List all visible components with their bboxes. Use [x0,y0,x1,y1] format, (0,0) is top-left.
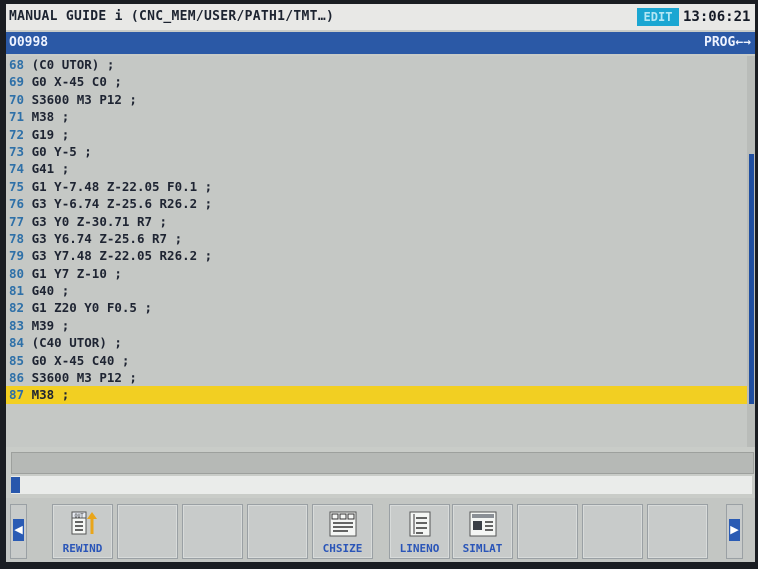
program-line[interactable]: 76 G3 Y-6.74 Z-25.6 R26.2 ; [6,195,747,212]
input-cursor [11,477,20,493]
program-line[interactable]: 78 G3 Y6.74 Z-25.6 R7 ; [6,230,747,247]
program-line[interactable]: 86 S3600 M3 P12 ; [6,369,747,386]
line-number: 78 [9,230,25,246]
program-line[interactable]: 72 G19 ; [6,126,747,143]
line-code: (C0 UTOR) ; [31,57,115,72]
program-number: O0998 [9,35,49,50]
program-bar: O0998 PROG←→ [6,32,755,54]
line-number: 87 [9,387,25,403]
softkey-empty-4[interactable] [517,504,578,559]
line-number: 76 [9,196,25,212]
line-code: S3600 M3 P12 ; [31,91,137,107]
program-line[interactable]: 79 G3 Y7.48 Z-22.05 R26.2 ; [6,247,747,264]
softkey-lineno[interactable]: LINENO [389,504,450,559]
line-number: 81 [9,283,25,299]
line-code: M39 ; [31,317,70,333]
softkey-empty-1[interactable] [117,504,178,559]
prog-tag: PROG←→ [704,35,751,50]
line-number: 84 [9,335,25,351]
line-number: 86 [9,370,25,386]
line-number: 73 [9,143,25,159]
program-line[interactable]: 83 M39 ; [6,317,747,334]
rewind-icon: OUT [71,511,97,535]
line-code: G3 Y0 Z-30.71 R7 ; [31,213,168,229]
line-number: 71 [9,109,25,125]
line-code: G1 Z20 Y0 F0.5 ; [31,300,153,316]
program-line[interactable]: 84 (C40 UTOR) ; [6,334,747,351]
svg-text:OUT: OUT [74,514,83,520]
line-code: G40 ; [31,283,70,299]
program-line[interactable]: 77 G3 Y0 Z-30.71 R7 ; [6,213,747,230]
program-line[interactable]: 70 S3600 M3 P12 ; [6,91,747,108]
softkey-empty-5[interactable] [582,504,643,559]
softkey-next[interactable]: ▶ [726,504,743,559]
softkey-rewind[interactable]: OUT REWIND [52,504,113,559]
title-bar: MANUAL GUIDE i (CNC_MEM/USER/PATH1/TMT…)… [6,4,755,30]
line-code: (C40 UTOR) ; [31,335,122,351]
program-line[interactable]: 80 G1 Y7 Z-10 ; [6,265,747,282]
softkey-bar: ◀ OUT REWIND CHSIZE LINENO SIMLAT ▶ [6,498,755,562]
program-line[interactable]: 68 (C0 UTOR) ; [6,56,747,73]
chevron-right-icon: ▶ [729,519,740,541]
line-number: 77 [9,213,25,229]
mode-indicator: EDIT [637,8,679,26]
line-number: 80 [9,265,25,281]
simulation-icon [469,511,496,537]
softkey-label: REWIND [62,542,103,555]
softkey-label: LINENO [399,542,440,555]
line-code: G0 X-45 C0 ; [31,74,122,90]
softkey-prev[interactable]: ◀ [10,504,27,559]
softkey-empty-2[interactable] [182,504,243,559]
line-code: G3 Y6.74 Z-25.6 R7 ; [31,230,183,246]
line-number: 69 [9,74,25,90]
char-size-icon [329,511,356,537]
cnc-screen: MANUAL GUIDE i (CNC_MEM/USER/PATH1/TMT…)… [6,4,755,562]
program-line[interactable]: 73 G0 Y-5 ; [6,143,747,160]
screen-title: MANUAL GUIDE i (CNC_MEM/USER/PATH1/TMT…) [9,9,335,24]
line-number: 74 [9,161,25,177]
scrollbar-thumb[interactable] [749,154,754,404]
line-number: 83 [9,317,25,333]
softkey-simlat[interactable]: SIMLAT [452,504,513,559]
line-code: M38 ; [31,387,70,403]
line-code: S3600 M3 P12 ; [31,370,137,386]
line-code: G3 Y7.48 Z-22.05 R26.2 ; [31,248,213,264]
clock: 13:06:21 [683,9,751,25]
line-code: G0 Y-5 ; [31,143,92,159]
program-line[interactable]: 74 G41 ; [6,160,747,177]
line-code: G1 Y-7.48 Z-22.05 F0.1 ; [31,178,213,194]
chevron-left-icon: ◀ [13,519,24,541]
program-line[interactable]: 69 G0 X-45 C0 ; [6,73,747,90]
line-code: G41 ; [31,161,70,177]
line-number: 75 [9,178,25,194]
softkey-empty-6[interactable] [647,504,708,559]
line-code: G3 Y-6.74 Z-25.6 R26.2 ; [31,196,213,212]
line-number: 85 [9,352,25,368]
program-line[interactable]: 75 G1 Y-7.48 Z-22.05 F0.1 ; [6,178,747,195]
line-code: G0 X-45 C40 ; [31,352,130,368]
program-line-current[interactable]: 87 M38 ; [6,386,747,404]
softkey-empty-3[interactable] [247,504,308,559]
line-number-icon [409,511,430,537]
line-code: M38 ; [31,109,70,125]
line-number: 68 [9,57,25,72]
softkey-chsize[interactable]: CHSIZE [312,504,373,559]
line-code: G19 ; [31,126,70,142]
message-area [11,452,754,474]
line-number: 82 [9,300,25,316]
input-line[interactable] [11,476,752,494]
line-number: 72 [9,126,25,142]
program-editor[interactable]: 68 (C0 UTOR) ; 69 G0 X-45 C0 ; 70 S3600 M3… [6,56,747,447]
line-code: G1 Y7 Z-10 ; [31,265,122,281]
program-line[interactable]: 71 M38 ; [6,108,747,125]
softkey-label: SIMLAT [462,542,503,555]
line-number: 79 [9,248,25,264]
softkey-label: CHSIZE [322,542,363,555]
program-line[interactable]: 82 G1 Z20 Y0 F0.5 ; [6,299,747,316]
line-number: 70 [9,91,25,107]
program-line[interactable]: 81 G40 ; [6,282,747,299]
program-line[interactable]: 85 G0 X-45 C40 ; [6,352,747,369]
